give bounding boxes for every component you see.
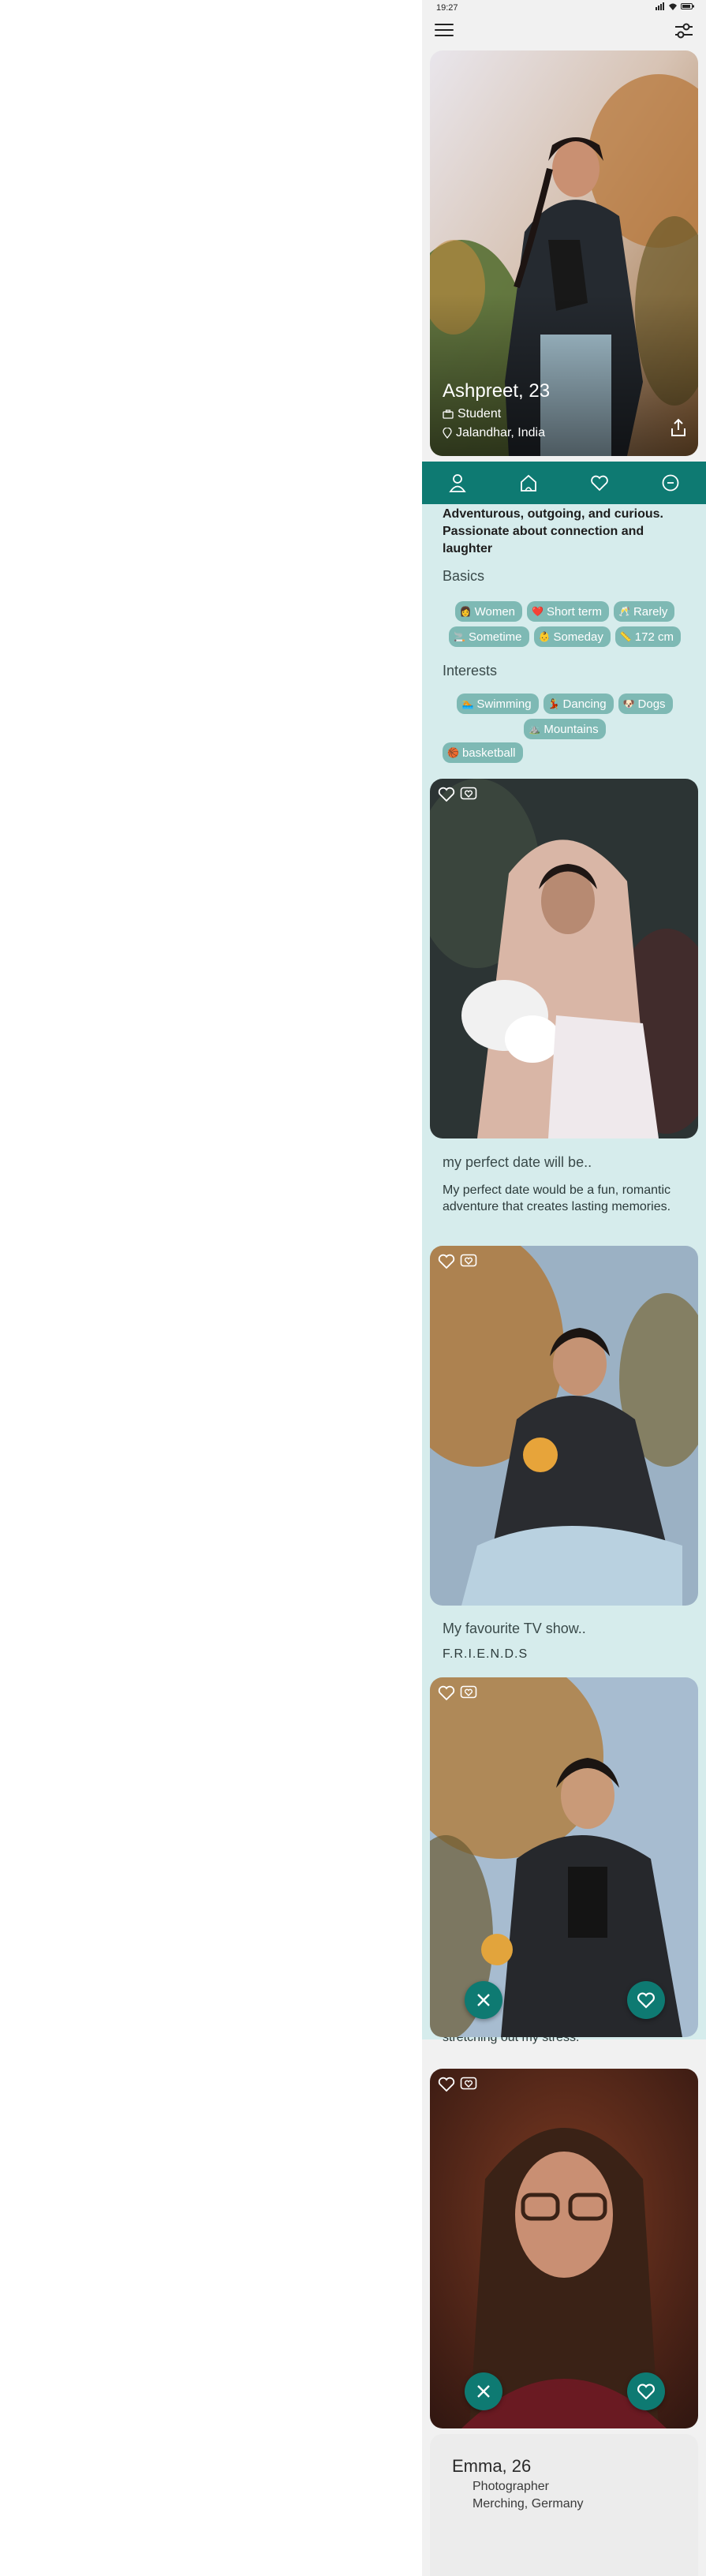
basics-title: Basics	[443, 568, 485, 584]
top-bar	[422, 14, 706, 46]
profile-name: Ashpreet, 23	[443, 380, 551, 402]
photo-3-actions	[438, 1254, 477, 1269]
woman-glasses-photo	[430, 2069, 698, 2428]
heart-outline-icon[interactable]	[438, 1685, 455, 1701]
like-button[interactable]	[627, 2372, 665, 2410]
basics-chips: 👩 Women ❤️ Short term 🥂 Rarely 🚬 Sometime 👶 S…	[443, 601, 687, 647]
interests-title: Interests	[443, 663, 498, 679]
heart-chat-icon[interactable]	[460, 2077, 477, 2092]
profile-occupation: Student	[458, 407, 502, 421]
profile-location-row: Jalandhar, India	[443, 426, 545, 440]
next-profile-photo[interactable]	[430, 2069, 698, 2428]
heart-icon[interactable]	[589, 473, 610, 493]
chat-icon[interactable]	[660, 473, 681, 493]
chip-interest: 🏊 Swimming	[457, 694, 539, 714]
briefcase-icon	[443, 409, 454, 419]
heart-icon	[637, 1992, 655, 2009]
share-icon[interactable]	[670, 418, 687, 441]
profile-occupation-row: Student	[443, 407, 501, 421]
status-time: 19:27	[436, 3, 458, 13]
prompt-1-question: my perfect date will be..	[443, 1154, 592, 1170]
prompt-2-answer: F.R.I.E.N.D.S	[443, 1647, 529, 1661]
bottom-nav	[422, 462, 706, 504]
woman-scarf-flowers-photo	[430, 779, 698, 1138]
heart-chat-icon[interactable]	[460, 1685, 477, 1701]
profile-photo-4[interactable]	[430, 1677, 698, 2037]
heart-outline-icon[interactable]	[438, 2077, 455, 2092]
heart-outline-icon[interactable]	[438, 787, 455, 802]
next-profile-occupation: Photographer	[473, 2480, 549, 2493]
phone-screen: 19:27 Ashpreet, 23 Student Jalandhar, In…	[422, 0, 706, 2576]
chip-gender: 👩 Women	[454, 601, 523, 622]
chip-interest: ⛰️ Mountains	[524, 719, 606, 739]
profile-main-photo[interactable]: Ashpreet, 23 Student Jalandhar, India	[430, 50, 698, 456]
woman-smiling-flower-photo	[430, 1677, 698, 2037]
prompt-2-question: My favourite TV show..	[443, 1621, 586, 1636]
chip-kids: 👶 Someday	[533, 626, 611, 647]
status-icons	[656, 2, 695, 10]
heart-chat-icon[interactable]	[460, 787, 477, 802]
close-icon	[477, 2385, 490, 2398]
location-pin-icon	[443, 428, 452, 439]
hamburger-icon[interactable]	[435, 24, 454, 38]
next-profile-name: Emma, 26	[452, 2456, 532, 2476]
chip-interest: 🐶 Dogs	[618, 694, 673, 714]
pass-button[interactable]	[465, 2372, 502, 2410]
next-photo-actions	[438, 2077, 477, 2092]
profile-photo-3[interactable]	[430, 1246, 698, 1606]
chip-drinking: 🥂 Rarely	[614, 601, 675, 622]
status-bar: 19:27	[422, 0, 706, 14]
chip-relationship: ❤️ Short term	[527, 601, 610, 622]
signal-icon	[656, 2, 664, 10]
home-icon[interactable]	[518, 473, 539, 493]
heart-chat-icon[interactable]	[460, 1254, 477, 1269]
profile-location: Jalandhar, India	[456, 426, 545, 439]
wifi-icon	[669, 3, 677, 10]
heart-outline-icon[interactable]	[438, 1254, 455, 1269]
chip-interest: 💃 Dancing	[543, 694, 614, 714]
prompt-1-answer: My perfect date would be a fun, romantic…	[443, 1183, 671, 1213]
chip-height: 📏 172 cm	[614, 626, 681, 647]
interests-chips: 🏊 Swimming 💃 Dancing 🐶 Dogs ⛰️ Mountains	[443, 694, 687, 739]
photo-4-actions	[438, 1685, 477, 1701]
chip-interest: 🏀 basketball	[443, 742, 523, 763]
battery-icon	[681, 3, 694, 9]
next-profile-info: Emma, 26 Photographer Merching, Germany	[430, 2434, 698, 2576]
pass-button[interactable]	[465, 1981, 502, 2019]
close-icon	[477, 1994, 490, 2006]
profile-photo-2[interactable]	[430, 779, 698, 1138]
next-profile-location: Merching, Germany	[473, 2497, 584, 2511]
interests-chips-row2: 🏀 basketball	[443, 742, 687, 763]
heart-icon	[637, 2383, 655, 2400]
profile-icon[interactable]	[447, 473, 468, 493]
woman-holding-flower-photo	[430, 1246, 698, 1606]
like-button[interactable]	[627, 1981, 665, 2019]
photo-2-actions	[438, 787, 477, 802]
profile-bio: Adventurous, outgoing, and curious. Pass…	[443, 507, 663, 555]
chip-smoking: 🚬 Sometime	[449, 626, 529, 647]
filter-icon[interactable]	[673, 21, 695, 41]
